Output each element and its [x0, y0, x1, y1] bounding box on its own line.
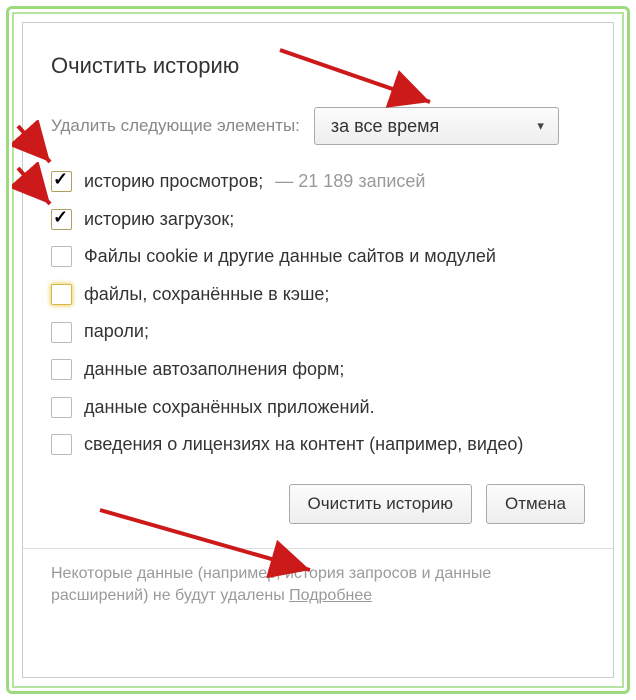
- checkbox[interactable]: [51, 246, 72, 267]
- cancel-button[interactable]: Отмена: [486, 484, 585, 524]
- option-row: Файлы cookie и другие данные сайтов и мо…: [51, 246, 585, 268]
- clear-history-dialog: Очистить историю Удалить следующие элеме…: [22, 22, 614, 678]
- option-label: файлы, сохранённые в кэше;: [84, 284, 329, 306]
- checkbox[interactable]: [51, 359, 72, 380]
- chevron-down-icon: ▾: [537, 118, 544, 134]
- option-row: историю загрузок;: [51, 209, 585, 231]
- footer-text: Некоторые данные (например, история запр…: [51, 565, 491, 604]
- clear-button[interactable]: Очистить историю: [289, 484, 472, 524]
- dialog-title: Очистить историю: [51, 53, 585, 79]
- checkbox[interactable]: [51, 171, 72, 192]
- option-row: данные сохранённых приложений.: [51, 397, 585, 419]
- option-label: сведения о лицензиях на контент (наприме…: [84, 434, 523, 456]
- period-select[interactable]: за все время ▾: [314, 107, 559, 145]
- option-label: данные автозаполнения форм;: [84, 359, 344, 381]
- checkbox[interactable]: [51, 284, 72, 305]
- option-label: данные сохранённых приложений.: [84, 397, 375, 419]
- divider: [23, 548, 613, 549]
- checkbox[interactable]: [51, 397, 72, 418]
- option-row: сведения о лицензиях на контент (наприме…: [51, 434, 585, 456]
- footer-link[interactable]: Подробнее: [289, 587, 372, 604]
- option-row: данные автозаполнения форм;: [51, 359, 585, 381]
- button-row: Очистить историю Отмена: [51, 484, 585, 524]
- footer-note: Некоторые данные (например, история запр…: [51, 563, 585, 608]
- period-select-value: за все время: [331, 116, 439, 137]
- period-label: Удалить следующие элементы:: [51, 116, 300, 136]
- checkbox[interactable]: [51, 434, 72, 455]
- option-label: Файлы cookie и другие данные сайтов и мо…: [84, 246, 496, 268]
- option-label: историю просмотров;: [84, 171, 263, 193]
- checkbox[interactable]: [51, 322, 72, 343]
- option-row: пароли;: [51, 321, 585, 343]
- checkbox[interactable]: [51, 209, 72, 230]
- option-row: файлы, сохранённые в кэше;: [51, 284, 585, 306]
- option-count: — 21 189 записей: [275, 171, 425, 193]
- option-row: историю просмотров; — 21 189 записей: [51, 171, 585, 193]
- period-row: Удалить следующие элементы: за все время…: [51, 107, 585, 145]
- options-list: историю просмотров; — 21 189 записейисто…: [51, 171, 585, 456]
- option-label: историю загрузок;: [84, 209, 234, 231]
- option-label: пароли;: [84, 321, 149, 343]
